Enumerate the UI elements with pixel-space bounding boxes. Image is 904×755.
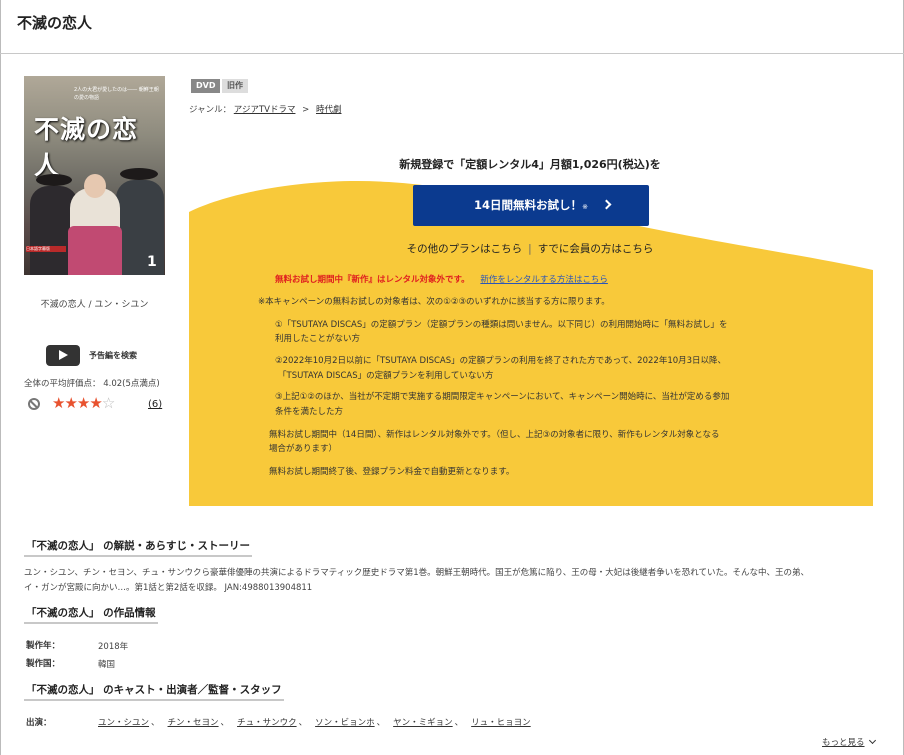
divider: |	[528, 243, 532, 255]
star-icon: ★	[89, 394, 102, 412]
cast-label: 出演：	[26, 718, 52, 728]
review-count-link[interactable]: (6)	[148, 399, 162, 410]
condition-3-line-1: ③上記①②のほか、当社が不定期で実施する期間限定キャンペーンにおいて、キャンペー…	[275, 392, 730, 402]
page-title: 不滅の恋人	[17, 14, 93, 32]
story-heading: 「不滅の恋人」 の解説・あらすじ・ストーリー	[24, 537, 252, 557]
play-icon	[59, 350, 68, 360]
cover-tagline: 2人の大君が愛したのは―― 朝鮮王朝の愛の物語	[74, 87, 159, 101]
cast-member-link[interactable]: チュ・サンウク	[237, 718, 297, 728]
free-trial-note: ※	[582, 203, 588, 211]
cast-member-link[interactable]: ソン・ビョンホ	[315, 718, 375, 728]
plan-links: その他のプランはこちら | すでに会員の方はこちら	[360, 241, 700, 256]
chevron-down-icon	[868, 736, 876, 745]
cast-separator: 、	[151, 718, 160, 728]
work-info-heading: 「不滅の恋人」 の作品情報	[24, 604, 158, 624]
cast-separator: 、	[220, 718, 230, 728]
cast-separator: 、	[376, 718, 386, 728]
country-value: 韓国	[98, 660, 116, 670]
story-line-1: ユン・シユン、チン・セヨン、チュ・サンウクら豪華俳優陣の共演によるドラマティック…	[24, 568, 810, 578]
genre-link-period-drama[interactable]: 時代劇	[316, 105, 342, 115]
cast-member-link[interactable]: リュ・ヒョヨン	[471, 718, 531, 728]
member-login-link[interactable]: すでに会員の方はこちら	[538, 243, 654, 255]
rating-average: 全体の平均評価点： 4.02(5点満点)	[24, 379, 160, 389]
trial-note-line-2: 場合があります）	[269, 444, 338, 454]
condition-3-line-2: 条件を満たした方	[275, 407, 344, 417]
other-plans-link[interactable]: その他のプランはこちら	[407, 243, 523, 255]
cast-heading: 「不滅の恋人」 のキャスト・出演者／監督・スタッフ	[24, 681, 284, 701]
year-label: 製作年：	[26, 641, 61, 651]
title-bar: 不滅の恋人	[0, 0, 904, 54]
story-description: ユン・シユン、チン・セヨン、チュ・サンウクら豪華俳優陣の共演によるドラマティック…	[24, 566, 880, 596]
cover-figure	[116, 180, 164, 275]
cast-separator: 、	[454, 718, 464, 728]
format-badge: DVD	[191, 79, 221, 93]
trailer-play-button[interactable]	[46, 345, 80, 366]
chevron-right-icon	[601, 199, 612, 210]
cast-separator: 、	[298, 718, 308, 728]
cover-figure-skirt	[68, 226, 122, 275]
breadcrumb-separator: >	[302, 105, 310, 115]
rating-stars: ★★★★☆	[52, 394, 115, 412]
cast-member-link[interactable]: チン・セヨン	[168, 718, 219, 728]
condition-1-line-2: 利用したことがない方	[275, 334, 361, 344]
more-cast-label: もっと見る	[822, 738, 865, 748]
free-trial-label: 14日間無料お試し！	[474, 198, 583, 212]
cover-caption: 不滅の恋人 / ユン・シユン	[40, 300, 149, 310]
star-icon: ☆	[101, 394, 115, 412]
renewal-note: 無料お試し期間終了後、登録プラン料金で自動更新となります。	[269, 467, 515, 477]
warning-text: 無料お試し期間中『新作』はレンタル対象外です。	[275, 275, 470, 285]
genre-breadcrumb: ジャンル： アジアTVドラマ > 時代劇	[189, 103, 342, 115]
cover-band: 日本語字幕版	[26, 246, 66, 252]
story-line-2: イ・ガンが宮殿に向かい…。第1話と第2話を収録。 JAN:49880139048…	[24, 583, 313, 593]
cast-list: ユン・シユン、チン・セヨン、チュ・サンウク、ソン・ビョンホ、ヤン・ミギョン、リュ…	[98, 716, 531, 728]
star-icon: ★	[52, 394, 65, 412]
not-interested-icon[interactable]	[28, 398, 40, 410]
cover-figure-face	[84, 174, 106, 198]
genre-label: ジャンル：	[189, 105, 232, 115]
promo-title: 新規登録で「定額レンタル4」月額1,026円(税込)を	[399, 158, 661, 171]
genre-link-asian-tv-drama[interactable]: アジアTVドラマ	[234, 105, 296, 115]
campaign-note: ※本キャンペーンの無料お試しの対象者は、次の①②③のいずれかに該当する方に限りま…	[258, 297, 610, 307]
more-cast-link[interactable]: もっと見る	[822, 736, 876, 748]
new-release-warning: 無料お試し期間中『新作』はレンタル対象外です。 新作をレンタルする方法はこちら	[275, 273, 608, 287]
cover-logo: 不滅の恋人	[34, 115, 139, 180]
star-icon: ★	[76, 394, 90, 412]
cover-image[interactable]: 2人の大君が愛したのは―― 朝鮮王朝の愛の物語 不滅の恋人 日本語字幕版 1	[24, 76, 165, 275]
free-trial-button[interactable]: 14日間無料お試し！※	[413, 185, 649, 226]
new-release-rental-link[interactable]: 新作をレンタルする方法はこちら	[480, 275, 608, 285]
condition-1-line-1: ①「TSUTAYA DISCAS」の定額プラン（定額プランの種類は問いません。以…	[275, 320, 728, 330]
condition-2-line-1: ②2022年10月2日以前に「TSUTAYA DISCAS」の定額プランの利用を…	[275, 356, 727, 366]
trailer-label[interactable]: 予告編を検索	[89, 350, 137, 361]
star-icon: ★	[64, 394, 77, 412]
condition-2-line-2: 「TSUTAYA DISCAS」の定額プランを利用していない方	[278, 371, 494, 381]
cast-member-link[interactable]: ヤン・ミギョン	[393, 718, 453, 728]
cover-figure-hat	[36, 174, 72, 186]
status-badge: 旧作	[222, 79, 248, 93]
cover-volume: 1	[147, 254, 157, 270]
trial-note-line-1: 無料お試し期間中（14日間）、新作はレンタル対象外です。（但し、上記③の対象者に…	[269, 430, 720, 440]
cover-figure-hat	[120, 168, 158, 180]
year-value: 2018年	[98, 642, 129, 652]
country-label: 製作国：	[26, 659, 61, 669]
cast-member-link[interactable]: ユン・シユン	[98, 718, 149, 728]
